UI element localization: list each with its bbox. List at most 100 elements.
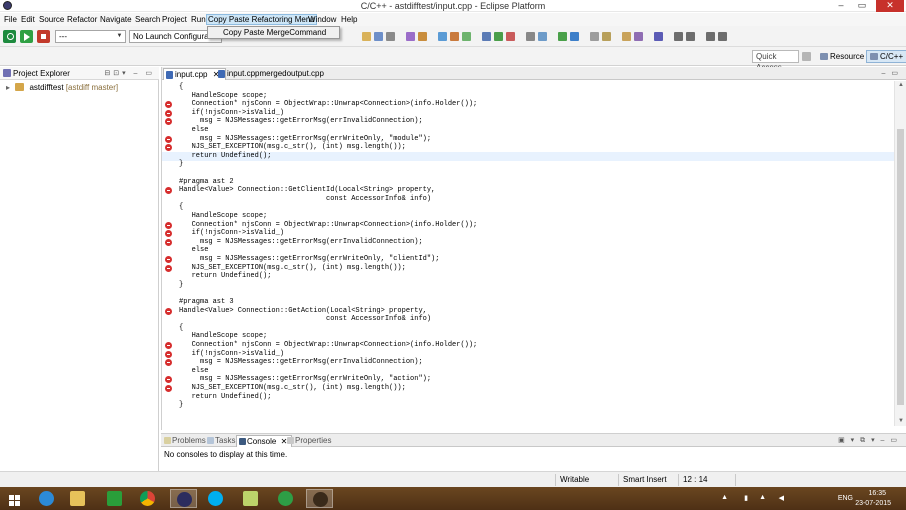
print-icon[interactable]: [386, 32, 395, 41]
error-marker-icon[interactable]: [165, 376, 172, 384]
task-icon[interactable]: [602, 32, 611, 41]
close-window-button[interactable]: ✕: [876, 0, 904, 12]
menu-bar: File Edit Source Refactor Navigate Searc…: [0, 13, 906, 26]
error-marker-icon[interactable]: [165, 307, 172, 315]
error-marker-icon[interactable]: [165, 221, 172, 229]
menu-source[interactable]: Source: [38, 14, 65, 25]
perspective-resource[interactable]: Resource: [816, 50, 868, 63]
highlight-icon[interactable]: [654, 32, 663, 41]
launch-mode-select[interactable]: --- ▼: [55, 30, 126, 43]
external-tools-icon[interactable]: [558, 32, 567, 41]
tray-overflow-icon[interactable]: ▲: [721, 494, 728, 501]
error-marker-icon[interactable]: [165, 385, 172, 392]
error-marker-icon[interactable]: [165, 230, 172, 238]
internet-explorer-button[interactable]: [33, 489, 60, 508]
tab-console[interactable]: Console ✕: [236, 435, 293, 447]
menu-navigate[interactable]: Navigate: [99, 14, 133, 25]
search-icon[interactable]: [526, 32, 535, 41]
scroll-thumb[interactable]: [897, 129, 904, 405]
back-icon[interactable]: [706, 32, 715, 41]
menu-window[interactable]: Window: [307, 14, 337, 25]
launch-configuration-value: No Launch Configuratio: [133, 32, 218, 41]
tab-tasks[interactable]: Tasks: [205, 435, 239, 447]
project-explorer-tab[interactable]: Project Explorer ⊟⊡▾ – ▭: [0, 67, 159, 80]
network-icon[interactable]: ▲: [759, 494, 766, 501]
next-annotation-icon[interactable]: [674, 32, 683, 41]
start-button[interactable]: [2, 489, 29, 508]
save-icon[interactable]: [374, 32, 383, 41]
open-type-icon[interactable]: [538, 32, 547, 41]
clock-time[interactable]: 16:35: [868, 490, 886, 497]
store-button[interactable]: [101, 489, 128, 508]
photo-viewer-button[interactable]: [237, 489, 264, 508]
error-marker-icon[interactable]: [165, 359, 172, 367]
error-marker-icon[interactable]: [165, 109, 172, 117]
scroll-down-arrow[interactable]: ▼: [895, 417, 906, 426]
expand-arrow-icon[interactable]: ▸: [6, 83, 10, 92]
language-indicator[interactable]: ENG: [838, 495, 853, 502]
menu-copy-paste-refactoring[interactable]: Copy Paste Refactoring Menu: [206, 14, 317, 25]
maximize-button[interactable]: ▭: [853, 0, 871, 12]
menu-project[interactable]: Project: [161, 14, 188, 25]
chrome-button[interactable]: [134, 489, 161, 508]
hangouts-button[interactable]: [272, 489, 299, 508]
scroll-up-arrow[interactable]: ▲: [895, 81, 906, 90]
run-as-icon[interactable]: [494, 32, 503, 41]
error-marker-icon[interactable]: [165, 350, 172, 358]
volume-icon[interactable]: ◀: [779, 494, 784, 502]
coverage-icon[interactable]: [570, 32, 579, 41]
minimize-button[interactable]: –: [832, 0, 850, 12]
menu-run[interactable]: Run: [190, 14, 207, 25]
error-marker-icon[interactable]: [165, 144, 172, 152]
editor-scrollbar[interactable]: ▲ ▼: [894, 81, 906, 426]
tab-merged-output[interactable]: input.cppmergedoutput.cpp: [216, 68, 330, 80]
debug-icon[interactable]: [482, 32, 491, 41]
new-class-icon[interactable]: [438, 32, 447, 41]
run-icon[interactable]: [20, 30, 33, 43]
previous-annotation-icon[interactable]: [686, 32, 695, 41]
error-marker-icon[interactable]: [165, 135, 172, 143]
terminal-icon[interactable]: [590, 32, 599, 41]
editor-view-tools[interactable]: – ▭: [882, 69, 900, 77]
menu-search[interactable]: Search: [134, 14, 161, 25]
open-perspective-icon[interactable]: [802, 52, 811, 61]
launch-icon[interactable]: [3, 30, 16, 43]
new-file-icon[interactable]: [462, 32, 471, 41]
battery-icon[interactable]: ▮: [744, 494, 748, 502]
stop-icon[interactable]: [37, 30, 50, 43]
tree-item-project[interactable]: ▸ astdifftest [astdiff master]: [6, 83, 118, 92]
error-marker-icon[interactable]: [165, 256, 172, 263]
annotation-icon[interactable]: [622, 32, 631, 41]
menu-refactor[interactable]: Refactor: [66, 14, 98, 25]
tab-properties[interactable]: Properties: [285, 435, 335, 447]
menu-edit[interactable]: Edit: [20, 14, 36, 25]
error-marker-icon[interactable]: [165, 238, 172, 246]
profile-icon[interactable]: [506, 32, 515, 41]
tab-problems[interactable]: Problems: [162, 435, 210, 447]
file-explorer-button[interactable]: [64, 489, 91, 508]
error-marker-icon[interactable]: [165, 264, 172, 272]
code-line[interactable]: }: [162, 401, 895, 410]
code-editor[interactable]: { HandleScope scope; Connection* njsConn…: [162, 81, 895, 426]
quick-access-input[interactable]: Quick Access: [752, 50, 799, 72]
menu-item-copy-paste-merge-command[interactable]: Copy Paste MergeCommand: [223, 28, 326, 38]
new-folder-icon[interactable]: [450, 32, 459, 41]
build-icon[interactable]: [406, 32, 415, 41]
menu-file[interactable]: File: [3, 14, 18, 25]
eclipse-taskbar-button[interactable]: [170, 489, 197, 508]
console-view-tools[interactable]: ▣ ▾ ⧉ ▾ – ▭: [838, 436, 899, 445]
error-marker-icon[interactable]: [165, 101, 172, 109]
forward-icon[interactable]: [718, 32, 727, 41]
problems-icon: [164, 437, 171, 444]
skype-button[interactable]: [202, 489, 229, 508]
perspective-cpp[interactable]: C/C++: [866, 50, 906, 63]
build-all-icon[interactable]: [418, 32, 427, 41]
error-marker-icon[interactable]: [165, 118, 172, 126]
game-app-button[interactable]: [306, 489, 333, 508]
toggle-mark-icon[interactable]: [634, 32, 643, 41]
new-icon[interactable]: [362, 32, 371, 41]
clock-date[interactable]: 23-07-2015: [855, 500, 891, 507]
error-marker-icon[interactable]: [165, 342, 172, 349]
error-marker-icon[interactable]: [165, 187, 172, 195]
menu-help[interactable]: Help: [340, 14, 358, 25]
